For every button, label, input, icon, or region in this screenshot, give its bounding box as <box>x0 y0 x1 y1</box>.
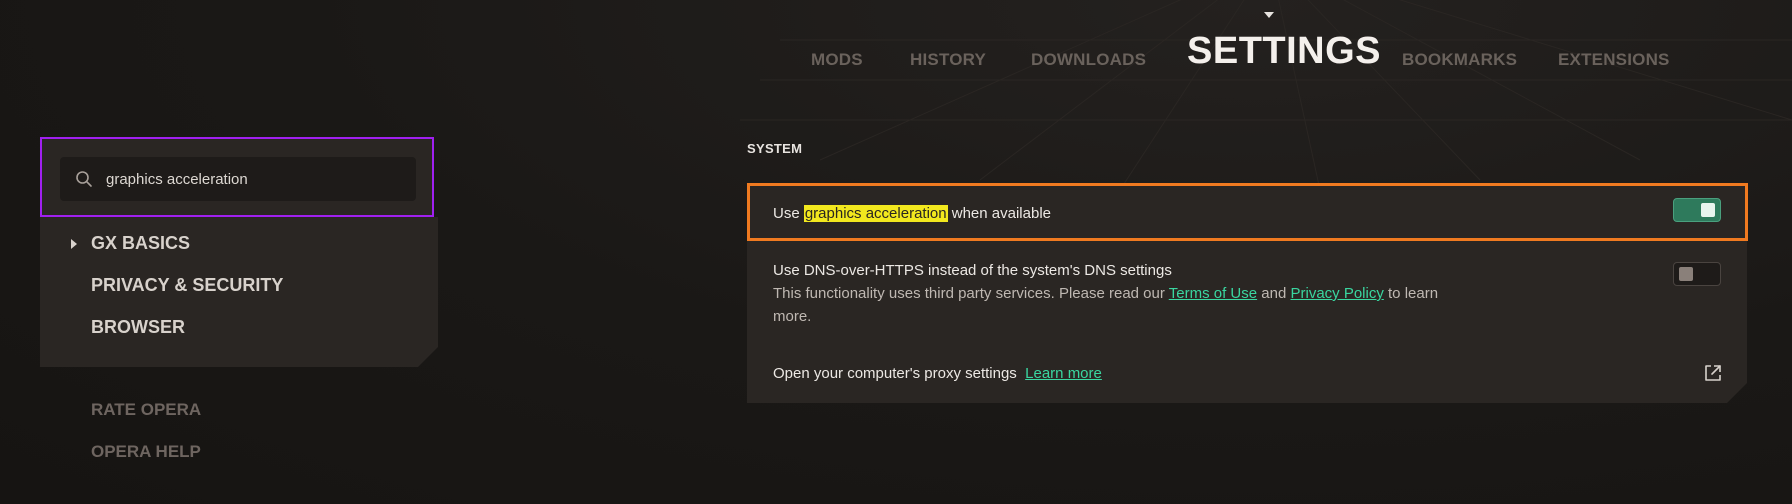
label-prefix: Use <box>773 205 804 222</box>
tab-history[interactable]: HISTORY <box>910 50 986 70</box>
tab-settings[interactable]: SETTINGS <box>1187 30 1381 73</box>
external-link-icon[interactable] <box>1703 363 1723 383</box>
toggle-knob <box>1701 203 1715 217</box>
settings-page: MODS HISTORY DOWNLOADS SETTINGS BOOKMARK… <box>0 0 1792 504</box>
toggle-knob <box>1679 267 1693 281</box>
sidebar-panel: GX BASICS PRIVACY & SECURITY BROWSER <box>40 217 438 367</box>
label-suffix: when available <box>947 205 1051 222</box>
sidebar-item-gx-basics[interactable]: GX BASICS <box>71 233 191 254</box>
terms-of-use-link[interactable]: Terms of Use <box>1169 285 1257 302</box>
tab-extensions[interactable]: EXTENSIONS <box>1558 50 1670 70</box>
tab-mods[interactable]: MODS <box>811 50 863 70</box>
dns-over-https-description: This functionality uses third party serv… <box>773 282 1473 328</box>
privacy-policy-link[interactable]: Privacy Policy <box>1290 285 1383 302</box>
description-text: This functionality uses third party serv… <box>773 285 1169 302</box>
sidebar-item-browser[interactable]: BROWSER <box>91 317 185 338</box>
settings-search-box[interactable] <box>60 157 416 201</box>
sidebar-item-label: PRIVACY & SECURITY <box>91 275 284 295</box>
sidebar-item-privacy-security[interactable]: PRIVACY & SECURITY <box>91 275 283 296</box>
search-icon <box>76 171 92 187</box>
search-match-highlight: graphics acceleration <box>803 205 948 222</box>
settings-search-container <box>40 137 434 217</box>
sidebar-item-label: BROWSER <box>91 317 185 337</box>
description-text: and <box>1257 285 1291 302</box>
tab-bookmarks[interactable]: BOOKMARKS <box>1402 50 1517 70</box>
graphics-acceleration-toggle[interactable] <box>1673 198 1721 222</box>
rate-opera-link[interactable]: RATE OPERA <box>91 400 201 420</box>
top-navigation: MODS HISTORY DOWNLOADS SETTINGS BOOKMARK… <box>0 0 1792 100</box>
active-tab-caret-icon <box>1264 12 1274 18</box>
search-input[interactable] <box>104 169 398 189</box>
learn-more-link[interactable]: Learn more <box>1025 365 1102 382</box>
sidebar-item-label: GX BASICS <box>91 233 191 253</box>
chevron-right-icon <box>71 239 77 249</box>
tab-downloads[interactable]: DOWNLOADS <box>1031 50 1146 70</box>
proxy-settings-label: Open your computer's proxy settings Lear… <box>773 365 1102 382</box>
opera-help-link[interactable]: OPERA HELP <box>91 442 201 462</box>
graphics-acceleration-label: Use graphics acceleration when available <box>773 205 1051 222</box>
dns-over-https-toggle[interactable] <box>1673 262 1721 286</box>
proxy-settings-text: Open your computer's proxy settings <box>773 365 1017 382</box>
dns-over-https-label: Use DNS-over-HTTPS instead of the system… <box>773 262 1172 279</box>
section-title: SYSTEM <box>747 141 803 156</box>
